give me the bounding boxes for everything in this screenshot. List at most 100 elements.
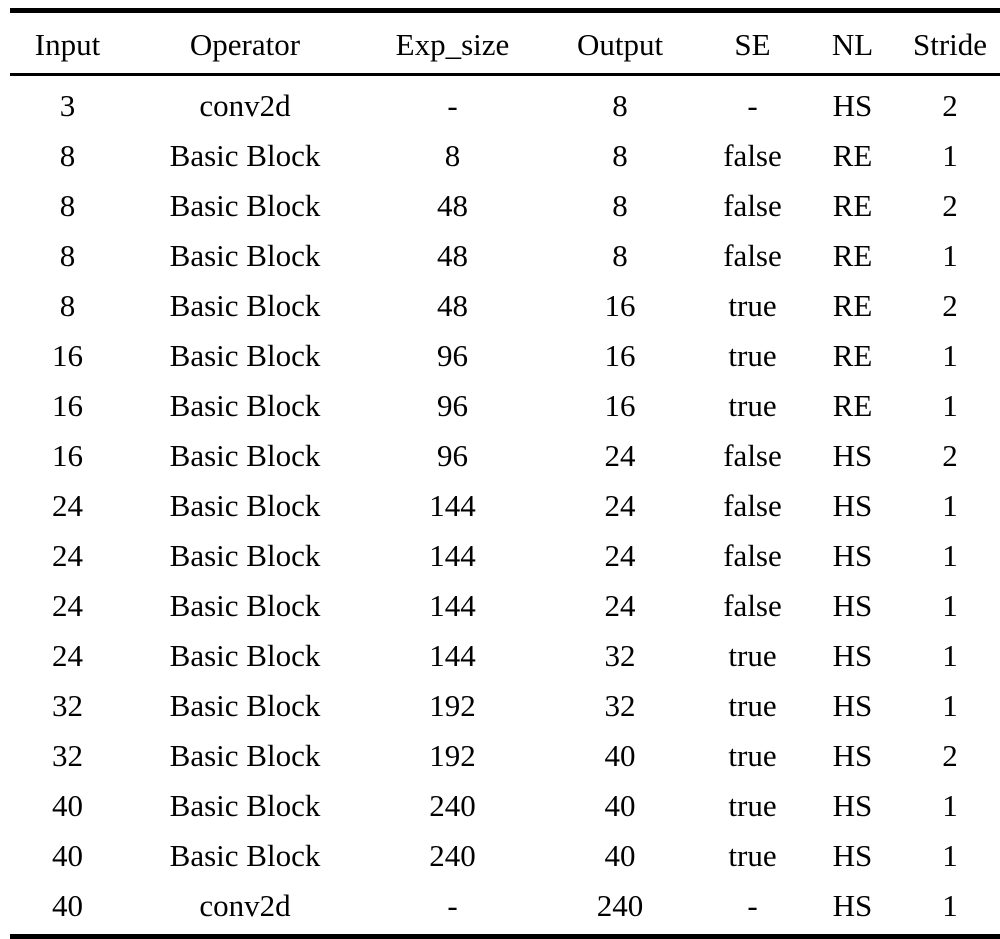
table-row: 40 Basic Block 240 40 true HS 1 xyxy=(10,780,1000,830)
cell-operator: Basic Block xyxy=(169,637,321,673)
cell-output: 24 xyxy=(604,487,636,523)
cell-input: 24 xyxy=(52,587,83,623)
table-header: Input Operator Exp_size Output SE NL Str… xyxy=(10,10,1000,76)
table-container: Input Operator Exp_size Output SE NL Str… xyxy=(0,0,1000,937)
cell-operator: Basic Block xyxy=(169,787,321,823)
cell-se: true xyxy=(728,737,777,773)
cell-input: 8 xyxy=(59,287,76,323)
cell-stride: 1 xyxy=(942,787,958,823)
cell-operator: Basic Block xyxy=(169,587,321,623)
cell-se: true xyxy=(728,637,777,673)
cell-stride: 2 xyxy=(942,287,958,323)
cell-output: 40 xyxy=(604,837,636,873)
cell-stride: 2 xyxy=(942,187,958,223)
cell-nl: HS xyxy=(832,787,873,823)
cell-operator: conv2d xyxy=(199,887,291,923)
cell-se: false xyxy=(723,137,782,173)
cell-operator: Basic Block xyxy=(169,437,321,473)
cell-output: 32 xyxy=(604,637,636,673)
column-header-input: Input xyxy=(10,10,125,76)
cell-input: 32 xyxy=(52,737,83,773)
cell-nl: RE xyxy=(832,187,873,223)
cell-output: 8 xyxy=(612,237,628,273)
table-row: 16 Basic Block 96 16 true RE 1 xyxy=(10,330,1000,380)
cell-se: false xyxy=(723,487,782,523)
table-row: 32 Basic Block 192 40 true HS 2 xyxy=(10,730,1000,780)
cell-output: 8 xyxy=(612,137,628,173)
table-row: 16 Basic Block 96 16 true RE 1 xyxy=(10,380,1000,430)
cell-input: 40 xyxy=(52,787,83,823)
cell-input: 3 xyxy=(59,87,76,123)
cell-nl: HS xyxy=(832,687,873,723)
cell-stride: 1 xyxy=(942,137,958,173)
cell-se: false xyxy=(723,537,782,573)
cell-operator: Basic Block xyxy=(169,237,321,273)
cell-nl: HS xyxy=(832,587,873,623)
table-row: 8 Basic Block 48 8 false RE 2 xyxy=(10,180,1000,230)
cell-output: 16 xyxy=(604,287,636,323)
cell-exp-size: 144 xyxy=(429,637,476,673)
cell-stride: 2 xyxy=(942,87,958,123)
table-body: 3 conv2d - 8 - HS 2 8 Basic Block 8 8 fa… xyxy=(10,75,1000,937)
cell-nl: RE xyxy=(832,237,873,273)
cell-exp-size: 192 xyxy=(429,737,476,773)
table-row: 32 Basic Block 192 32 true HS 1 xyxy=(10,680,1000,730)
table-row: 40 conv2d - 240 - HS 1 xyxy=(10,880,1000,937)
cell-exp-size: 144 xyxy=(429,487,476,523)
cell-exp-size: - xyxy=(447,887,458,923)
cell-operator: Basic Block xyxy=(169,687,321,723)
cell-output: 24 xyxy=(604,437,636,473)
column-header-operator: Operator xyxy=(125,10,365,76)
cell-input: 24 xyxy=(52,487,83,523)
cell-input: 8 xyxy=(59,187,76,223)
cell-stride: 1 xyxy=(942,487,958,523)
cell-exp-size: 48 xyxy=(437,237,468,273)
column-header-output: Output xyxy=(540,10,700,76)
cell-nl: HS xyxy=(832,87,873,123)
cell-output: 24 xyxy=(604,537,636,573)
cell-nl: HS xyxy=(832,637,873,673)
cell-output: 40 xyxy=(604,737,636,773)
cell-operator: Basic Block xyxy=(169,137,321,173)
column-header-nl: NL xyxy=(805,10,900,76)
cell-exp-size: 144 xyxy=(429,537,476,573)
cell-stride: 2 xyxy=(942,737,958,773)
cell-stride: 1 xyxy=(942,387,958,423)
cell-stride: 1 xyxy=(942,887,958,923)
table-row: 3 conv2d - 8 - HS 2 xyxy=(10,75,1000,131)
cell-stride: 1 xyxy=(942,637,958,673)
cell-stride: 1 xyxy=(942,337,958,373)
cell-se: false xyxy=(723,587,782,623)
cell-se: true xyxy=(728,837,777,873)
cell-input: 16 xyxy=(52,387,83,423)
cell-nl: HS xyxy=(832,887,873,923)
table-row: 24 Basic Block 144 32 true HS 1 xyxy=(10,630,1000,680)
cell-se: true xyxy=(728,687,777,723)
cell-se: true xyxy=(728,287,777,323)
table-row: 24 Basic Block 144 24 false HS 1 xyxy=(10,480,1000,530)
table-row: 40 Basic Block 240 40 true HS 1 xyxy=(10,830,1000,880)
cell-se: - xyxy=(747,887,758,923)
cell-output: 8 xyxy=(612,87,628,123)
cell-input: 24 xyxy=(52,637,83,673)
table-row: 8 Basic Block 8 8 false RE 1 xyxy=(10,130,1000,180)
cell-operator: Basic Block xyxy=(169,737,321,773)
cell-output: 16 xyxy=(604,337,636,373)
cell-nl: HS xyxy=(832,487,873,523)
cell-exp-size: 96 xyxy=(437,337,468,373)
cell-stride: 2 xyxy=(942,437,958,473)
cell-input: 40 xyxy=(52,887,83,923)
cell-exp-size: 240 xyxy=(429,787,476,823)
cell-se: false xyxy=(723,437,782,473)
table-header-row: Input Operator Exp_size Output SE NL Str… xyxy=(10,10,1000,76)
cell-stride: 1 xyxy=(942,237,958,273)
cell-output: 40 xyxy=(604,787,636,823)
cell-se: true xyxy=(728,787,777,823)
cell-nl: RE xyxy=(832,137,873,173)
cell-input: 40 xyxy=(52,837,83,873)
cell-exp-size: 144 xyxy=(429,587,476,623)
cell-exp-size: 96 xyxy=(437,387,468,423)
cell-exp-size: 48 xyxy=(437,287,468,323)
cell-input: 8 xyxy=(59,237,76,273)
cell-input: 16 xyxy=(52,337,83,373)
